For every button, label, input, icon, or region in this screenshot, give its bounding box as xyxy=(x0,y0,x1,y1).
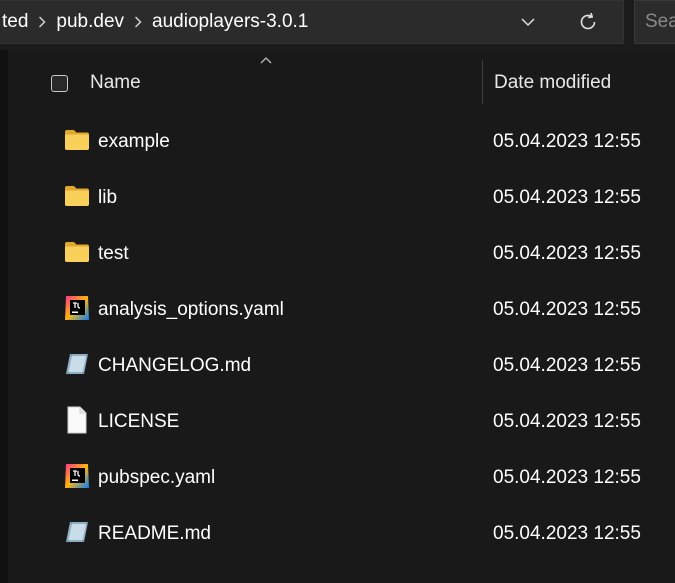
file-date-modified: 05.04.2023 12:55 xyxy=(493,355,641,376)
file-name: CHANGELOG.md xyxy=(98,355,252,376)
file-row[interactable]: README.md 05.04.2023 12:55 xyxy=(8,506,675,562)
select-all-checkbox[interactable] xyxy=(51,75,68,92)
file-name: analysis_options.yaml xyxy=(98,299,284,320)
file-date-modified: 05.04.2023 12:55 xyxy=(493,411,641,432)
file-row[interactable]: CHANGELOG.md 05.04.2023 12:55 xyxy=(8,338,675,394)
file-row[interactable]: example 05.04.2023 12:55 xyxy=(8,114,675,170)
file-name: pubspec.yaml xyxy=(98,467,216,488)
chevron-right-icon xyxy=(134,16,142,28)
file-row[interactable]: test 05.04.2023 12:55 xyxy=(8,226,675,282)
file-icon xyxy=(63,406,91,434)
chevron-right-icon xyxy=(38,16,46,28)
file-name: example xyxy=(98,131,170,152)
column-divider[interactable] xyxy=(482,60,483,104)
folder-icon xyxy=(63,238,91,266)
search-input[interactable]: Sea xyxy=(634,0,675,44)
file-name: lib xyxy=(98,187,118,208)
chevron-down-icon xyxy=(521,18,535,27)
file-name: README.md xyxy=(98,523,211,544)
file-date-modified: 05.04.2023 12:55 xyxy=(493,243,641,264)
file-row[interactable]: LICENSE 05.04.2023 12:55 xyxy=(8,394,675,450)
folder-icon xyxy=(63,126,91,154)
file-date-modified: 05.04.2023 12:55 xyxy=(493,467,641,488)
folder-icon xyxy=(63,182,91,210)
breadcrumb-item[interactable]: ted xyxy=(2,11,28,33)
file-row[interactable]: analysis_options.yaml 05.04.2023 12:55 xyxy=(8,282,675,338)
jetbrains-icon xyxy=(63,462,91,490)
file-name: LICENSE xyxy=(98,411,180,432)
file-row[interactable]: lib 05.04.2023 12:55 xyxy=(8,170,675,226)
breadcrumb-item[interactable]: audioplayers-3.0.1 xyxy=(152,11,308,33)
breadcrumb-item[interactable]: pub.dev xyxy=(56,11,124,33)
name-column-header[interactable]: Name xyxy=(90,72,141,94)
column-header: Name Date modified xyxy=(8,50,675,110)
jetbrains-icon xyxy=(63,294,91,322)
date-modified-column-header[interactable]: Date modified xyxy=(494,72,611,94)
sort-ascending-icon xyxy=(260,57,272,64)
search-placeholder: Sea xyxy=(645,11,675,32)
file-date-modified: 05.04.2023 12:55 xyxy=(493,523,641,544)
file-list-area: Name Date modified example 05.04.2023 12:… xyxy=(0,50,675,583)
markdown-icon xyxy=(63,518,91,546)
refresh-button[interactable] xyxy=(570,5,606,39)
file-date-modified: 05.04.2023 12:55 xyxy=(493,299,641,320)
file-date-modified: 05.04.2023 12:55 xyxy=(493,131,641,152)
file-list: Name Date modified example 05.04.2023 12:… xyxy=(8,50,675,583)
file-name: test xyxy=(98,243,129,264)
address-bar[interactable]: ted pub.dev audioplayers-3.0.1 xyxy=(0,0,624,44)
navigation-pane-edge xyxy=(0,50,8,583)
top-bar: ted pub.dev audioplayers-3.0.1 Sea xyxy=(0,0,675,50)
markdown-icon xyxy=(63,350,91,378)
address-history-button[interactable] xyxy=(510,7,546,37)
file-date-modified: 05.04.2023 12:55 xyxy=(493,187,641,208)
refresh-icon xyxy=(580,12,596,30)
file-row[interactable]: pubspec.yaml 05.04.2023 12:55 xyxy=(8,450,675,506)
